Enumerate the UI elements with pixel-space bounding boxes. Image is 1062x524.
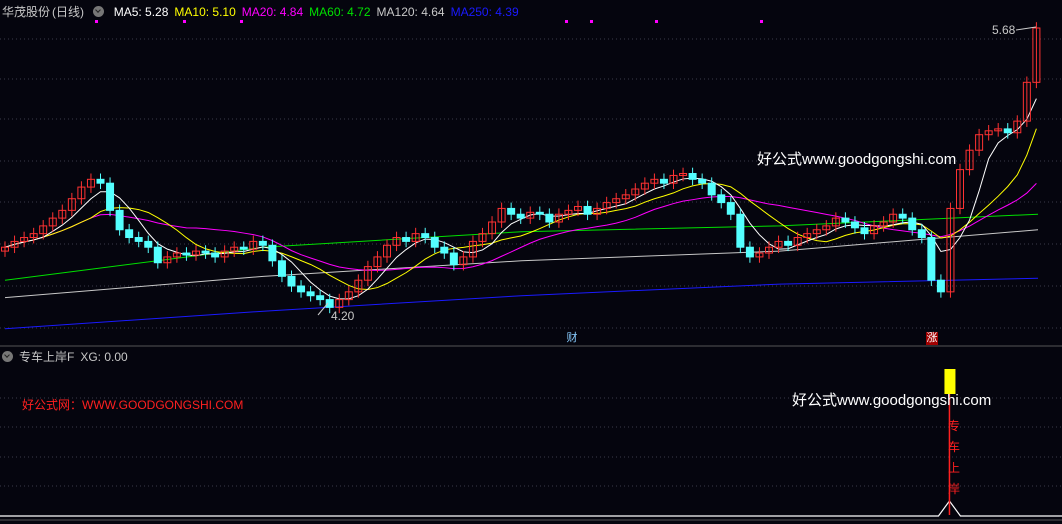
- candle-body: [134, 237, 143, 242]
- candle-body: [936, 279, 945, 293]
- candle-body: [841, 217, 850, 223]
- event-dot: [240, 20, 243, 23]
- candle-body: [421, 233, 430, 239]
- ma-legend-item: MA20: 4.84: [241, 5, 304, 19]
- candle-body: [860, 227, 869, 235]
- indicator-header: 专车上岸F XG: 0.00: [2, 348, 134, 365]
- candle-body: [306, 291, 315, 297]
- candle-body: [898, 213, 907, 219]
- candle-body: [239, 246, 248, 250]
- ma-legend-item: MA60: 4.72: [309, 5, 371, 19]
- event-dot: [565, 20, 568, 23]
- candle-body: [287, 275, 296, 287]
- candle-body: [535, 211, 544, 215]
- candle-body: [201, 250, 210, 254]
- candle-body: [153, 246, 162, 264]
- event-dot: [760, 20, 763, 23]
- indicator-watermark: 好公式www.goodgongshi.com: [792, 392, 992, 409]
- ma250-line: [4, 277, 1039, 330]
- candle-body: [745, 246, 754, 258]
- event-dot: [655, 20, 658, 23]
- candle-body: [908, 217, 917, 231]
- candle-body: [736, 213, 745, 248]
- candle-body: [258, 240, 267, 246]
- candle-body: [115, 209, 124, 231]
- candle-body: [545, 213, 554, 223]
- event-dot: [183, 20, 186, 23]
- candle-body: [1003, 128, 1012, 134]
- signal-char: 上: [948, 461, 961, 475]
- candle-body: [717, 194, 726, 204]
- watermark-red: 好公式网：WWW.GOODGONGSHI.COM: [22, 398, 244, 412]
- candle-body: [402, 237, 411, 242]
- candle-body: [430, 237, 439, 248]
- ma120-line: [4, 229, 1039, 299]
- candle-body: [688, 173, 697, 180]
- signal-char: 专: [948, 419, 961, 433]
- chevron-down-icon[interactable]: [93, 6, 105, 17]
- signal-char: 岸: [948, 482, 961, 496]
- signal-char: 车: [948, 440, 961, 454]
- candle-body: [125, 229, 134, 239]
- event-dot: [590, 20, 593, 23]
- ma-legend-item: MA10: 5.10: [174, 5, 236, 19]
- stock-name: 华茂股份: [2, 5, 51, 19]
- candle-body: [316, 295, 325, 301]
- chart-canvas: [0, 20, 1062, 521]
- finance-marker[interactable]: 财: [566, 332, 578, 345]
- candle-body: [106, 182, 115, 211]
- high-price-label: 5.68: [992, 23, 1016, 37]
- low-price-label: 4.20: [331, 309, 355, 323]
- candle-body: [516, 213, 525, 219]
- candle-body: [726, 202, 735, 215]
- ma-legend-item: MA5: 5.28: [113, 5, 169, 19]
- candle-body: [507, 207, 516, 215]
- candle-body: [211, 252, 220, 258]
- indicator-value: XG: 0.00: [80, 350, 128, 364]
- candle-body: [277, 260, 286, 277]
- event-dot: [95, 20, 98, 23]
- indicator-name: 专车上岸F: [19, 350, 75, 364]
- candle-body: [784, 240, 793, 246]
- ma-legend: MA5: 5.28 MA10: 5.10 MA20: 4.84 MA60: 4.72 M…: [114, 5, 525, 19]
- candle-body: [698, 178, 707, 184]
- watermark: 好公式www.goodgongshi.com: [757, 151, 957, 168]
- candle-body: [917, 229, 926, 239]
- ma-legend-item: MA250: 4.39: [450, 5, 519, 19]
- candle-body: [297, 285, 306, 293]
- candle-body: [440, 246, 449, 254]
- signal-text: 专 车 上 岸: [948, 416, 960, 500]
- chevron-down-icon[interactable]: [2, 351, 13, 362]
- candle-body: [449, 252, 458, 266]
- candle-body: [583, 205, 592, 215]
- candle-body: [268, 244, 277, 262]
- candle-body: [659, 178, 668, 184]
- candle-body: [182, 252, 191, 256]
- limit-up-marker[interactable]: 涨: [926, 332, 938, 345]
- candle-body: [707, 182, 716, 196]
- candle-body: [144, 240, 153, 248]
- candle-body: [850, 221, 859, 229]
- candle-body: [927, 237, 936, 281]
- xg-line: [0, 499, 1062, 517]
- ma5-line: [4, 98, 1037, 300]
- low-pointer: [317, 302, 329, 316]
- period-label: (日线): [52, 5, 85, 19]
- main-header: 华茂股份 (日线) MA5: 5.28 MA10: 5.10 MA20: 4.84 MA…: [2, 3, 531, 20]
- ma-legend-item: MA120: 4.64: [376, 5, 445, 19]
- candle-body: [96, 178, 105, 184]
